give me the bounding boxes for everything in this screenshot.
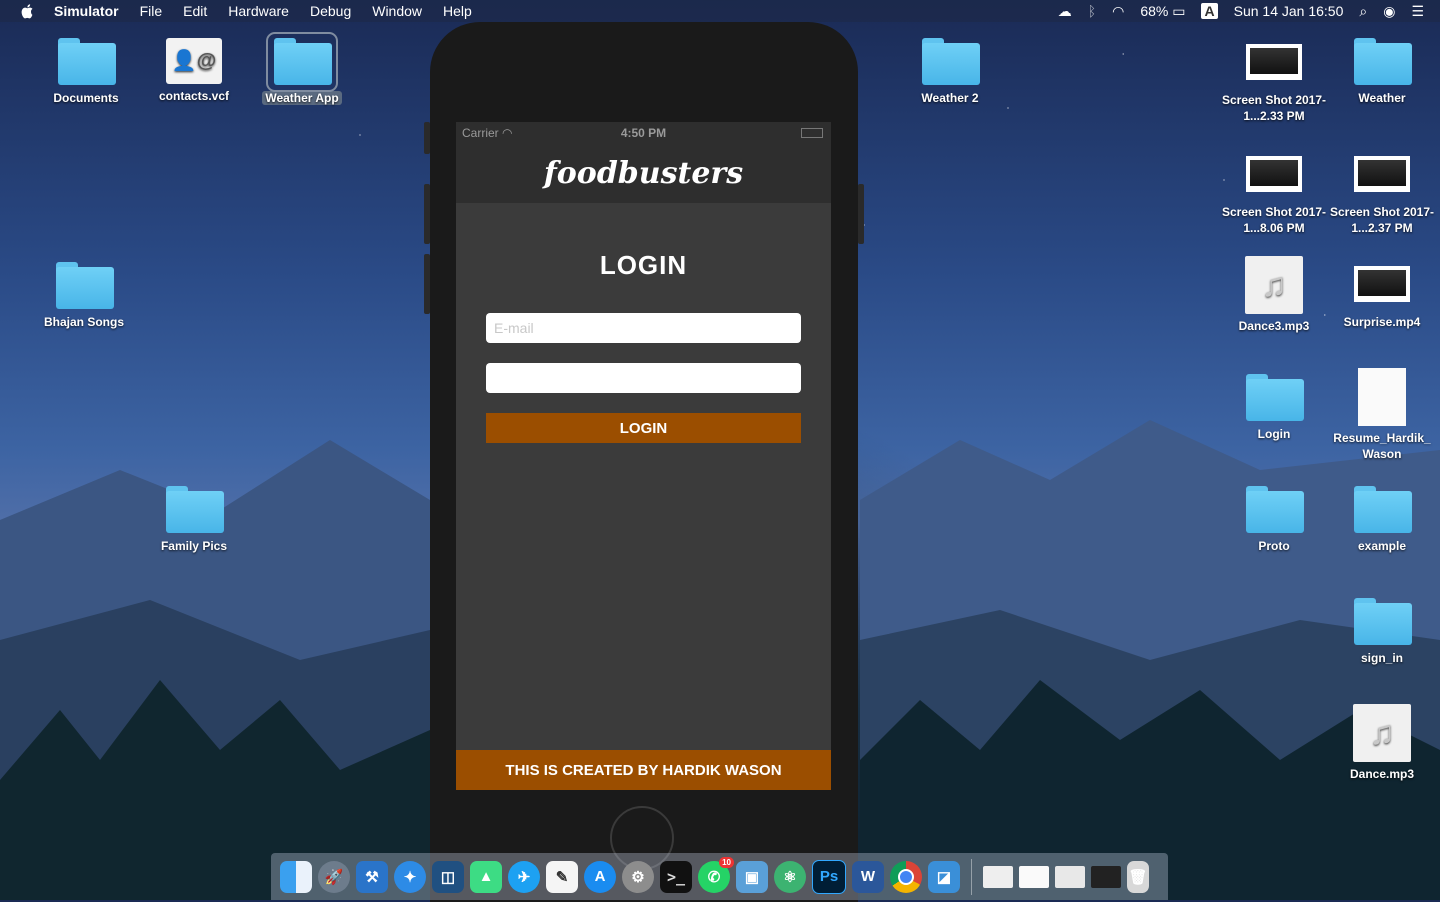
desktop-icon-proto[interactable]: Proto (1224, 486, 1324, 554)
login-heading: LOGIN (599, 250, 688, 280)
whatsapp-badge: 10 (719, 856, 734, 868)
folder-icon (1352, 486, 1412, 534)
menu-app-name[interactable]: Simulator (54, 3, 119, 19)
menu-edit[interactable]: Edit (183, 3, 207, 19)
ios-time: 4:50 PM (620, 126, 667, 140)
dock-separator (971, 858, 972, 895)
desktop-icon-screenshot-1[interactable]: Screen Shot 2017-1...2.33 PM (1220, 40, 1328, 124)
mute-switch[interactable] (424, 122, 430, 154)
folder-icon (164, 486, 224, 534)
desktop-icon-screenshot-3[interactable]: Screen Shot 2017-1...2.37 PM (1328, 152, 1436, 236)
minimized-window-3[interactable] (1055, 865, 1085, 888)
whatsapp-icon[interactable]: ✆ 10 (698, 856, 734, 893)
simulator-icon[interactable]: ◪ (928, 860, 960, 893)
desktop-icon-documents[interactable]: Documents (36, 38, 136, 106)
desktop-icon-weather-2[interactable]: Weather 2 (900, 38, 1000, 106)
notification-center-icon[interactable]: ☰ (1411, 3, 1424, 20)
trash-icon[interactable]: 🗑 (1127, 860, 1149, 893)
spotlight-icon[interactable]: ⌕ (1359, 3, 1367, 20)
battery-status[interactable]: 68% ▭ (1140, 3, 1185, 20)
creative-cloud-icon[interactable]: ☁ (1058, 3, 1072, 20)
volume-down-button[interactable] (424, 254, 430, 314)
desktop-icon-family-pics[interactable]: Family Pics (144, 486, 244, 554)
twitter-icon[interactable]: ✈ (508, 860, 540, 893)
terminal-icon[interactable]: >_ (660, 860, 692, 893)
password-field[interactable] (486, 363, 801, 393)
app-navbar: foodbusters (456, 142, 831, 203)
atom-icon[interactable]: ⚛ (774, 860, 806, 893)
battery-percent: 68% (1140, 2, 1169, 19)
photoshop-icon[interactable]: Ps (812, 859, 846, 894)
music-note-icon: ♫ (1245, 256, 1303, 314)
desktop-icon-screenshot-2[interactable]: Screen Shot 2017-1...8.06 PM (1220, 152, 1328, 236)
email-field[interactable] (486, 313, 801, 343)
footer-credit: THIS IS CREATED BY HARDIK WASON (456, 750, 831, 790)
desktop-icon-resume[interactable]: Resume_Hardik_Wason (1332, 368, 1432, 462)
apple-menu-icon[interactable] (20, 3, 36, 19)
folder-icon (1352, 38, 1412, 86)
menu-debug[interactable]: Debug (310, 3, 351, 19)
dock: 🚀 ⚒ ✦ ◫ ▲ ✈ ✎ A ⚙ >_ ✆ 10 ▣ ⚛ Ps W ◪ 🗑 (271, 853, 1168, 900)
desktop-icon-weather[interactable]: Weather (1332, 38, 1432, 106)
system-preferences-icon[interactable]: ⚙ (622, 860, 654, 893)
contact-card-icon: 👤@ (166, 38, 222, 84)
menu-items: Simulator File Edit Hardware Debug Windo… (54, 3, 493, 19)
login-button[interactable]: LOGIN (486, 413, 801, 443)
screenshot-thumbnail-icon (1244, 40, 1304, 88)
minimized-window-2[interactable] (1019, 865, 1049, 888)
bluetooth-icon[interactable]: ᛒ (1088, 3, 1096, 19)
menu-help[interactable]: Help (443, 3, 472, 19)
minimized-window-1[interactable] (983, 865, 1013, 888)
safari-icon[interactable]: ✦ (394, 860, 426, 893)
menu-file[interactable]: File (140, 3, 163, 19)
textedit-icon[interactable]: ✎ (546, 860, 578, 893)
document-icon (1358, 368, 1406, 426)
word-icon[interactable]: W (852, 860, 884, 893)
desktop-icon-weather-app[interactable]: Weather App (252, 32, 352, 106)
music-note-icon: ♫ (1353, 704, 1411, 762)
launchpad-icon[interactable]: 🚀 (318, 860, 350, 893)
siri-icon[interactable]: ◉ (1383, 3, 1395, 20)
screenshot-thumbnail-icon (1244, 152, 1304, 200)
finder-icon[interactable] (280, 860, 312, 893)
status-menus: ☁ ᛒ ◠ 68% ▭ A Sun 14 Jan 16:50 ⌕ ◉ ☰ (1058, 0, 1440, 22)
xcode-icon[interactable]: ⚒ (356, 860, 388, 893)
android-studio-icon[interactable]: ▲ (470, 860, 502, 893)
desktop-icon-contacts[interactable]: 👤@ contacts.vcf (144, 38, 244, 104)
input-source-icon[interactable]: A (1201, 3, 1218, 19)
folder-icon (54, 262, 114, 310)
folder-icon (266, 32, 338, 92)
volume-up-button[interactable] (424, 184, 430, 244)
menu-window[interactable]: Window (372, 3, 422, 19)
clock[interactable]: Sun 14 Jan 16:50 (1234, 3, 1344, 19)
desktop-icon-login[interactable]: Login (1224, 374, 1324, 442)
folder-icon (1244, 374, 1304, 422)
folder-icon (1244, 486, 1304, 534)
desktop-icon-dance3[interactable]: ♫ Dance3.mp3 (1224, 256, 1324, 334)
battery-icon (801, 128, 823, 138)
chrome-icon[interactable] (890, 860, 922, 893)
folder-icon (56, 38, 116, 86)
desktop-icon-example[interactable]: example (1332, 486, 1432, 554)
desktop-icon-sign-in[interactable]: sign_in (1332, 598, 1432, 666)
selected-label: Weather App (262, 91, 342, 105)
menu-hardware[interactable]: Hardware (228, 3, 289, 19)
desktop-icon-surprise[interactable]: Surprise.mp4 (1332, 262, 1432, 330)
power-button[interactable] (858, 184, 864, 244)
desktop-icon-bhajan-songs[interactable]: Bhajan Songs (34, 262, 134, 330)
app-store-icon[interactable]: A (584, 860, 616, 893)
video-thumbnail-icon (1352, 262, 1412, 310)
folder-icon (920, 38, 980, 86)
simulator-screen: Carrier ◠ 4:50 PM foodbusters LOGIN LOGI… (456, 122, 831, 790)
wifi-icon[interactable]: ◠ (1112, 3, 1124, 20)
preview-icon[interactable]: ▣ (736, 860, 768, 893)
ios-status-bar: Carrier ◠ 4:50 PM (456, 122, 831, 142)
brand-logo: foodbusters (543, 156, 744, 191)
menu-bar: Simulator File Edit Hardware Debug Windo… (0, 0, 1440, 22)
sourcetree-icon[interactable]: ◫ (432, 860, 464, 893)
desktop-icon-dance[interactable]: ♫ Dance.mp3 (1332, 704, 1432, 782)
folder-icon (1352, 598, 1412, 646)
minimized-window-4[interactable] (1091, 865, 1121, 888)
screenshot-thumbnail-icon (1352, 152, 1412, 200)
